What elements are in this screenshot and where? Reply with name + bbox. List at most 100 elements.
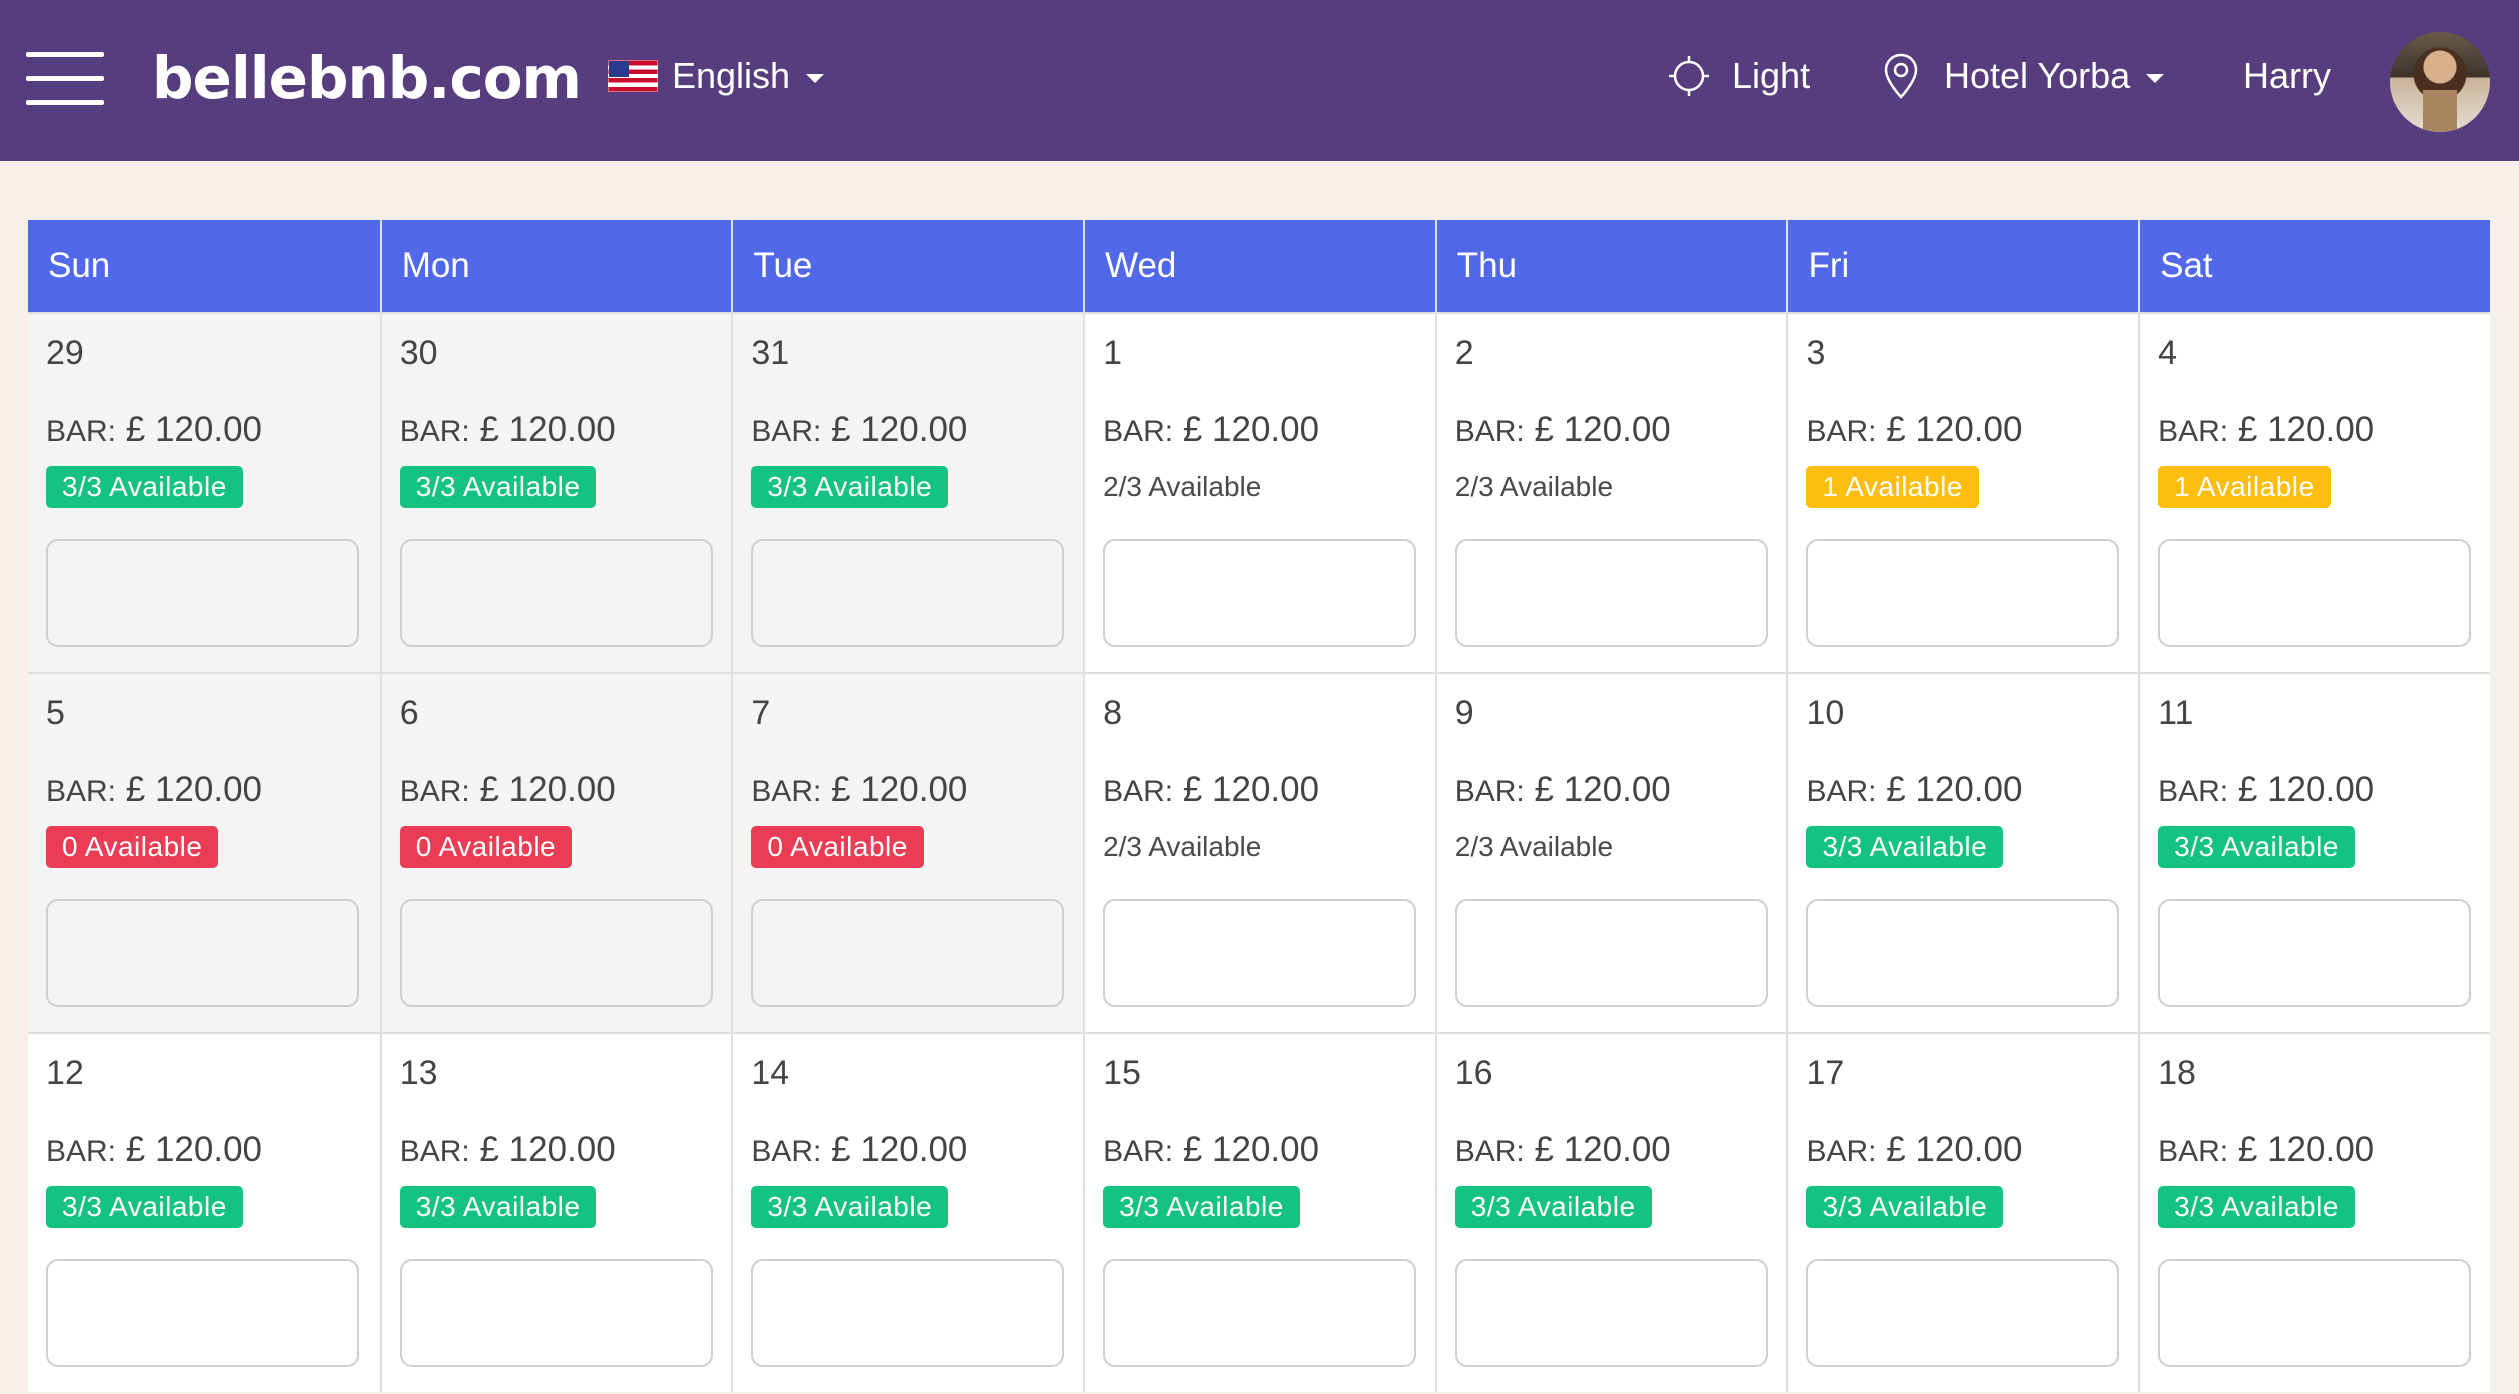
availability-badge: 3/3 Available (399, 1186, 597, 1228)
bar-rate-value: £ 120.00 (1182, 1130, 1320, 1169)
availability-badge: 3/3 Available (751, 1186, 949, 1228)
day-rate-input[interactable] (1454, 539, 1768, 647)
calendar-day-cell[interactable]: 11 BAR: £ 120.00 3/3 Available (2138, 674, 2490, 1032)
availability-wrapper: 3/3 Available (399, 466, 597, 508)
calendar-day-cell[interactable]: 12 BAR: £ 120.00 3/3 Available (28, 1034, 380, 1392)
day-rate-input[interactable] (1103, 1259, 1417, 1367)
day-number: 9 (1454, 694, 1474, 732)
calendar-day-cell[interactable]: 30 BAR: £ 120.00 3/3 Available (379, 314, 732, 672)
site-logo[interactable]: bellebnb.com (152, 40, 582, 116)
day-rate-input[interactable] (1454, 899, 1768, 1007)
calendar-day-cell[interactable]: 8 BAR: £ 120.00 2/3 Available (1083, 674, 1435, 1032)
bar-rate: BAR: £ 120.00 (1455, 410, 1671, 450)
language-selector[interactable]: English (608, 46, 825, 106)
bar-rate-value: £ 120.00 (479, 410, 616, 449)
user-name[interactable]: Harry (2243, 46, 2331, 106)
day-number: 11 (2158, 694, 2194, 732)
bar-rate-value: £ 120.00 (479, 1130, 616, 1169)
day-number: 7 (751, 694, 771, 732)
availability-wrapper: 2/3 Available (1455, 826, 1613, 868)
day-rate-input[interactable] (1806, 539, 2120, 647)
availability-wrapper: 2/3 Available (1455, 466, 1613, 508)
bar-rate-label: BAR: (2158, 415, 2229, 448)
calendar-week: 12 BAR: £ 120.00 3/3 Available 13 BAR: £ 120… (28, 1032, 2490, 1392)
availability-text: 2/3 Available (1454, 471, 1614, 502)
calendar-day-cell[interactable]: 15 BAR: £ 120.00 3/3 Available (1083, 1034, 1435, 1392)
calendar-day-cell[interactable]: 7 BAR: £ 120.00 0 Available (731, 674, 1084, 1032)
weekday-wed: Wed (1083, 220, 1435, 312)
weekday-tue: Tue (731, 220, 1084, 312)
map-pin-icon (1884, 53, 1918, 99)
day-rate-input[interactable] (2158, 1259, 2472, 1367)
calendar-day-cell[interactable]: 1 BAR: £ 120.00 2/3 Available (1083, 314, 1435, 672)
day-number: 31 (751, 334, 790, 372)
calendar-day-cell[interactable]: 17 BAR: £ 120.00 3/3 Available (1786, 1034, 2139, 1392)
theme-label: Light (1732, 55, 1811, 96)
calendar-day-cell[interactable]: 16 BAR: £ 120.00 3/3 Available (1434, 1034, 1787, 1392)
day-rate-input[interactable] (1806, 1259, 2120, 1367)
day-rate-input[interactable] (399, 1259, 713, 1367)
calendar-day-cell[interactable]: 4 BAR: £ 120.00 1 Available (2138, 314, 2490, 672)
day-rate-input[interactable] (751, 1259, 1065, 1367)
calendar-day-cell[interactable]: 10 BAR: £ 120.00 3/3 Available (1786, 674, 2139, 1032)
day-number: 29 (46, 334, 84, 372)
day-rate-input[interactable] (46, 539, 359, 647)
day-rate-input[interactable] (751, 899, 1065, 1007)
calendar-day-cell[interactable]: 6 BAR: £ 120.00 0 Available (379, 674, 732, 1032)
availability-wrapper: 2/3 Available (1103, 826, 1261, 868)
day-rate-input[interactable] (399, 899, 713, 1007)
day-number: 12 (46, 1054, 84, 1092)
weekday-sun: Sun (28, 220, 380, 312)
weekday-sat: Sat (2138, 220, 2490, 312)
bar-rate-value: £ 120.00 (2237, 410, 2375, 449)
availability-badge: 3/3 Available (751, 466, 949, 508)
calendar-day-cell[interactable]: 18 BAR: £ 120.00 3/3 Available (2138, 1034, 2490, 1392)
bar-rate: BAR: £ 120.00 (400, 410, 616, 450)
calendar-day-cell[interactable]: 14 BAR: £ 120.00 3/3 Available (731, 1034, 1084, 1392)
weekday-fri: Fri (1786, 220, 2139, 312)
calendar-day-cell[interactable]: 9 BAR: £ 120.00 2/3 Available (1434, 674, 1787, 1032)
calendar-day-cell[interactable]: 3 BAR: £ 120.00 1 Available (1786, 314, 2139, 672)
availability-badge: 0 Available (399, 826, 573, 868)
availability-badge: 3/3 Available (399, 466, 597, 508)
bar-rate-label: BAR: (1454, 415, 1525, 448)
bar-rate-label: BAR: (46, 415, 117, 448)
calendar-day-cell[interactable]: 29 BAR: £ 120.00 3/3 Available (28, 314, 380, 672)
bar-rate-value: £ 120.00 (125, 770, 263, 809)
day-rate-input[interactable] (46, 1259, 359, 1367)
bar-rate-value: £ 120.00 (1886, 1130, 2023, 1169)
theme-toggle[interactable]: Light (1668, 46, 1810, 106)
bar-rate-label: BAR: (1806, 1135, 1877, 1168)
day-rate-input[interactable] (1103, 899, 1417, 1007)
day-number: 10 (1806, 694, 1845, 732)
day-rate-input[interactable] (2158, 539, 2472, 647)
availability-wrapper: 3/3 Available (751, 466, 949, 508)
hotel-selector[interactable]: Hotel Yorba (1884, 46, 2165, 106)
menu-icon[interactable] (26, 52, 104, 106)
availability-text: 2/3 Available (1103, 831, 1262, 862)
day-rate-input[interactable] (1806, 899, 2120, 1007)
availability-badge: 1 Available (1806, 466, 1979, 508)
day-rate-input[interactable] (2158, 899, 2472, 1007)
availability-wrapper: 2/3 Available (1103, 466, 1261, 508)
availability-calendar: Sun Mon Tue Wed Thu Fri Sat 29 BAR: £ 120… (28, 220, 2490, 1392)
calendar-day-cell[interactable]: 31 BAR: £ 120.00 3/3 Available (731, 314, 1084, 672)
bar-rate: BAR: £ 120.00 (1455, 770, 1671, 810)
bar-rate: BAR: £ 120.00 (400, 770, 616, 810)
availability-badge: 3/3 Available (1806, 826, 2004, 868)
calendar-day-cell[interactable]: 2 BAR: £ 120.00 2/3 Available (1434, 314, 1787, 672)
bar-rate: BAR: £ 120.00 (46, 770, 262, 810)
day-number: 18 (2158, 1054, 2196, 1092)
day-rate-input[interactable] (1454, 1259, 1768, 1367)
availability-wrapper: 3/3 Available (2158, 826, 2355, 868)
day-rate-input[interactable] (399, 539, 713, 647)
calendar-day-cell[interactable]: 5 BAR: £ 120.00 0 Available (28, 674, 380, 1032)
day-rate-input[interactable] (46, 899, 359, 1007)
availability-badge: 3/3 Available (46, 1186, 243, 1228)
calendar-week: 5 BAR: £ 120.00 0 Available 6 BAR: £ 120.00 0… (28, 672, 2490, 1032)
day-rate-input[interactable] (751, 539, 1065, 647)
bar-rate: BAR: £ 120.00 (751, 410, 967, 450)
avatar[interactable] (2390, 32, 2490, 132)
day-rate-input[interactable] (1103, 539, 1417, 647)
calendar-day-cell[interactable]: 13 BAR: £ 120.00 3/3 Available (379, 1034, 732, 1392)
